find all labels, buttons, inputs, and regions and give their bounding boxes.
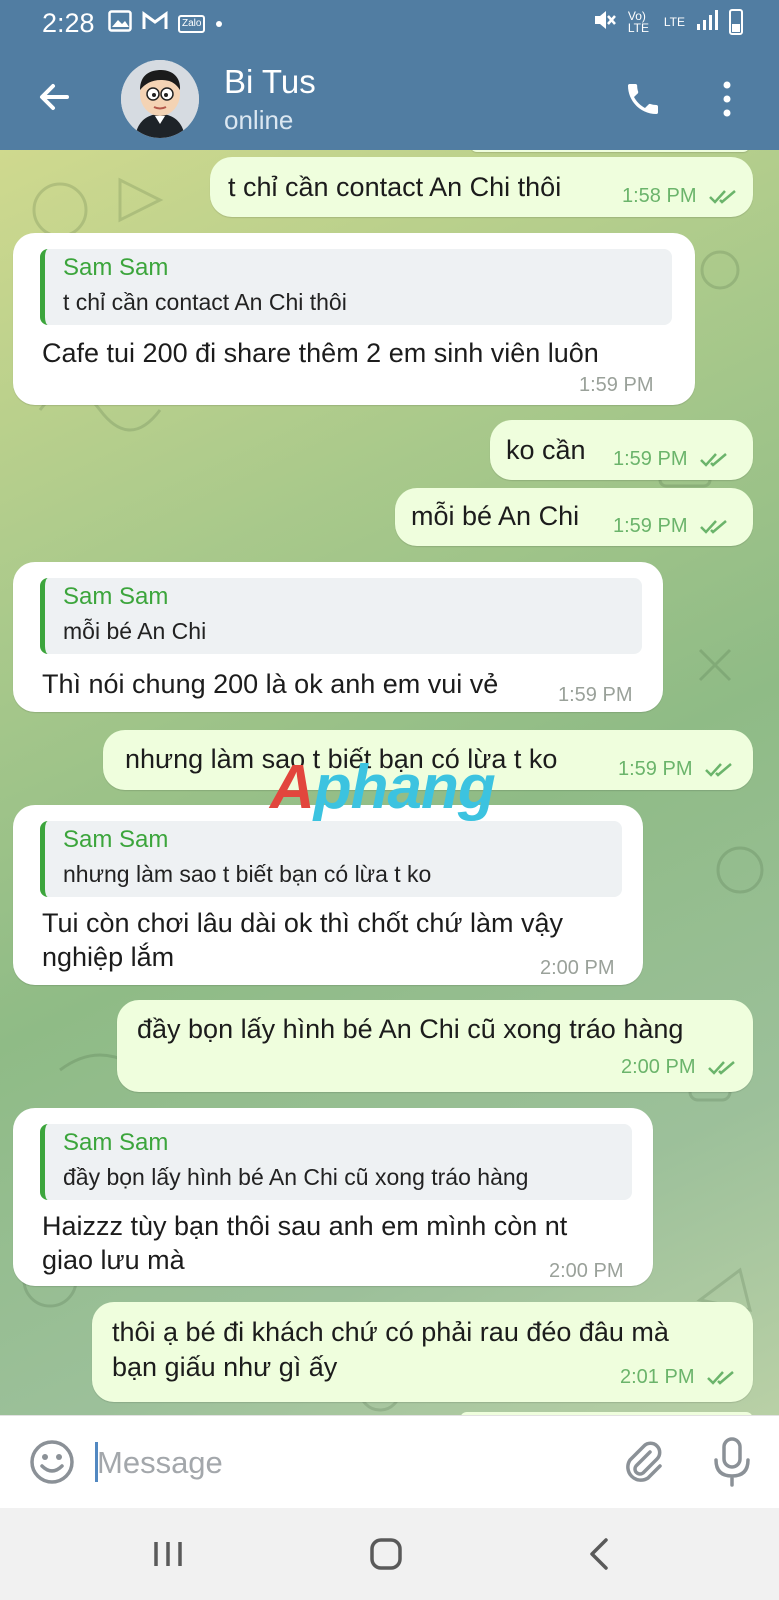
volte-icon: Vo) LTE bbox=[627, 8, 649, 35]
message-bubble-incoming[interactable]: Sam Sam đầy bọn lấy hình bé An Chi cũ xo… bbox=[13, 1108, 653, 1286]
back-button[interactable] bbox=[30, 72, 80, 122]
message-bubble-incoming[interactable]: Sam Sam t chỉ cần contact An Chi thôi Ca… bbox=[13, 233, 695, 405]
battery-icon bbox=[729, 8, 743, 35]
recent-apps-icon bbox=[154, 1542, 182, 1566]
chat-area[interactable]: t chỉ cần contact An Chi thôi 1:58 PM Sa… bbox=[0, 150, 779, 1415]
message-time: 2:00 PM bbox=[621, 1056, 696, 1078]
emoji-icon bbox=[30, 1440, 74, 1484]
system-nav-bar bbox=[0, 1508, 779, 1600]
reply-sender: Sam Sam bbox=[63, 583, 169, 610]
lte-icon: LTE bbox=[663, 14, 685, 29]
more-vertical-icon bbox=[723, 81, 731, 117]
recent-apps-button[interactable] bbox=[148, 1534, 188, 1574]
message-text-line: bạn giấu như gì ấy bbox=[112, 1352, 338, 1382]
gmail-icon bbox=[142, 11, 168, 36]
message-time: 2:01 PM bbox=[620, 1366, 695, 1388]
message-meta: 1:58 PM bbox=[622, 185, 738, 208]
phone-icon bbox=[628, 84, 658, 114]
message-bubble-outgoing[interactable]: mỗi bé An Chi 1:59 PM bbox=[395, 488, 753, 546]
message-meta: 2:01 PM bbox=[620, 1366, 736, 1389]
message-time: 1:59 PM bbox=[618, 758, 693, 780]
contact-status: online bbox=[224, 105, 294, 135]
message-bubble-outgoing[interactable]: thôi ạ bé đi khách chứ có phải rau đéo đ… bbox=[92, 1302, 753, 1402]
double-check-icon bbox=[700, 520, 727, 534]
message-time: 1:58 PM bbox=[622, 185, 697, 207]
nav-back-button[interactable] bbox=[580, 1534, 620, 1574]
microphone-icon bbox=[714, 1437, 750, 1487]
image-icon bbox=[108, 10, 132, 37]
message-time: 1:59 PM bbox=[579, 374, 654, 396]
double-check-icon bbox=[705, 763, 732, 777]
message-time: 2:00 PM bbox=[549, 1260, 624, 1282]
message-input-bar bbox=[0, 1415, 779, 1509]
emoji-button[interactable] bbox=[28, 1438, 76, 1486]
chat-header: Bi Tus online bbox=[0, 50, 779, 150]
reply-text: đầy bọn lấy hình bé An Chi cũ xong tráo … bbox=[63, 1164, 529, 1190]
back-icon bbox=[590, 1538, 608, 1570]
reply-text: mỗi bé An Chi bbox=[63, 618, 207, 644]
back-arrow-icon bbox=[40, 84, 69, 110]
signal-icon bbox=[695, 8, 719, 35]
home-button[interactable] bbox=[366, 1534, 406, 1574]
reply-text: nhưng làm sao t biết bạn có lừa t ko bbox=[63, 861, 432, 887]
reply-quote[interactable]: Sam Sam nhưng làm sao t biết bạn có lừa … bbox=[40, 821, 622, 897]
message-time: 1:59 PM bbox=[613, 448, 688, 470]
attach-button[interactable] bbox=[620, 1438, 668, 1486]
reply-sender: Sam Sam bbox=[63, 826, 169, 853]
message-text: t chỉ cần contact An Chi thôi bbox=[228, 172, 562, 202]
reply-sender: Sam Sam bbox=[63, 254, 169, 281]
voice-record-button[interactable] bbox=[710, 1436, 754, 1488]
call-button[interactable] bbox=[620, 76, 666, 122]
zalo-icon: Zalo bbox=[178, 14, 206, 33]
double-check-icon bbox=[709, 190, 736, 204]
message-meta: 2:00 PM bbox=[621, 1056, 737, 1079]
status-time: 2:28 bbox=[42, 8, 95, 38]
contact-name[interactable]: Bi Tus bbox=[224, 63, 316, 101]
reply-quote[interactable]: Sam Sam đầy bọn lấy hình bé An Chi cũ xo… bbox=[40, 1124, 632, 1200]
reply-quote[interactable]: Sam Sam t chỉ cần contact An Chi thôi bbox=[40, 249, 672, 325]
message-text-line: Haizzz tùy bạn thôi sau anh em mình còn … bbox=[42, 1211, 568, 1241]
attach-paperclip-icon bbox=[626, 1441, 662, 1482]
message-text-line: thôi ạ bé đi khách chứ có phải rau đéo đ… bbox=[112, 1317, 669, 1347]
reply-quote[interactable]: Sam Sam mỗi bé An Chi bbox=[40, 578, 642, 654]
message-bubble-partial bbox=[470, 150, 750, 152]
watermark-logo: Aphang bbox=[270, 753, 496, 822]
avatar[interactable] bbox=[121, 60, 199, 138]
message-text: Thì nói chung 200 là ok anh em vui vẻ bbox=[42, 669, 499, 699]
message-time: 1:59 PM bbox=[613, 515, 688, 537]
message-text-line: Tui còn chơi lâu dài ok thì chốt chứ làm… bbox=[42, 908, 564, 938]
message-text-line: nghiệp lắm bbox=[42, 942, 175, 972]
message-time: 2:00 PM bbox=[540, 957, 615, 979]
message-text-line: giao lưu mà bbox=[42, 1245, 185, 1275]
message-text: Cafe tui 200 đi share thêm 2 em sinh viê… bbox=[42, 338, 599, 368]
double-check-icon bbox=[707, 1371, 734, 1385]
message-meta: 1:59 PM bbox=[613, 448, 729, 471]
message-bubble-outgoing[interactable]: đầy bọn lấy hình bé An Chi cũ xong tráo … bbox=[117, 1000, 753, 1092]
message-text: ko cần bbox=[506, 435, 586, 465]
dot-icon bbox=[215, 15, 223, 33]
reply-text: t chỉ cần contact An Chi thôi bbox=[63, 289, 347, 315]
double-check-icon bbox=[708, 1061, 735, 1075]
message-input[interactable] bbox=[95, 1438, 599, 1488]
text-cursor bbox=[95, 1442, 98, 1482]
message-bubble-outgoing[interactable]: ko cần 1:59 PM bbox=[490, 420, 753, 480]
more-options-button[interactable] bbox=[715, 76, 739, 122]
double-check-icon bbox=[700, 453, 727, 467]
reply-sender: Sam Sam bbox=[63, 1129, 169, 1156]
message-text: đầy bọn lấy hình bé An Chi cũ xong tráo … bbox=[137, 1014, 684, 1044]
message-bubble-outgoing[interactable]: t chỉ cần contact An Chi thôi 1:58 PM bbox=[210, 157, 753, 217]
message-meta: 1:59 PM bbox=[618, 758, 734, 781]
message-text: mỗi bé An Chi bbox=[411, 501, 580, 531]
home-icon bbox=[370, 1538, 402, 1570]
status-bar: 2:28 Zalo Vo) LTE LTE bbox=[0, 0, 779, 50]
message-meta: 1:59 PM bbox=[613, 515, 729, 538]
mute-icon bbox=[592, 8, 618, 35]
message-time: 1:59 PM bbox=[558, 684, 633, 706]
message-bubble-incoming[interactable]: Sam Sam mỗi bé An Chi Thì nói chung 200 … bbox=[13, 562, 663, 712]
message-bubble-incoming[interactable]: Sam Sam nhưng làm sao t biết bạn có lừa … bbox=[13, 805, 643, 985]
